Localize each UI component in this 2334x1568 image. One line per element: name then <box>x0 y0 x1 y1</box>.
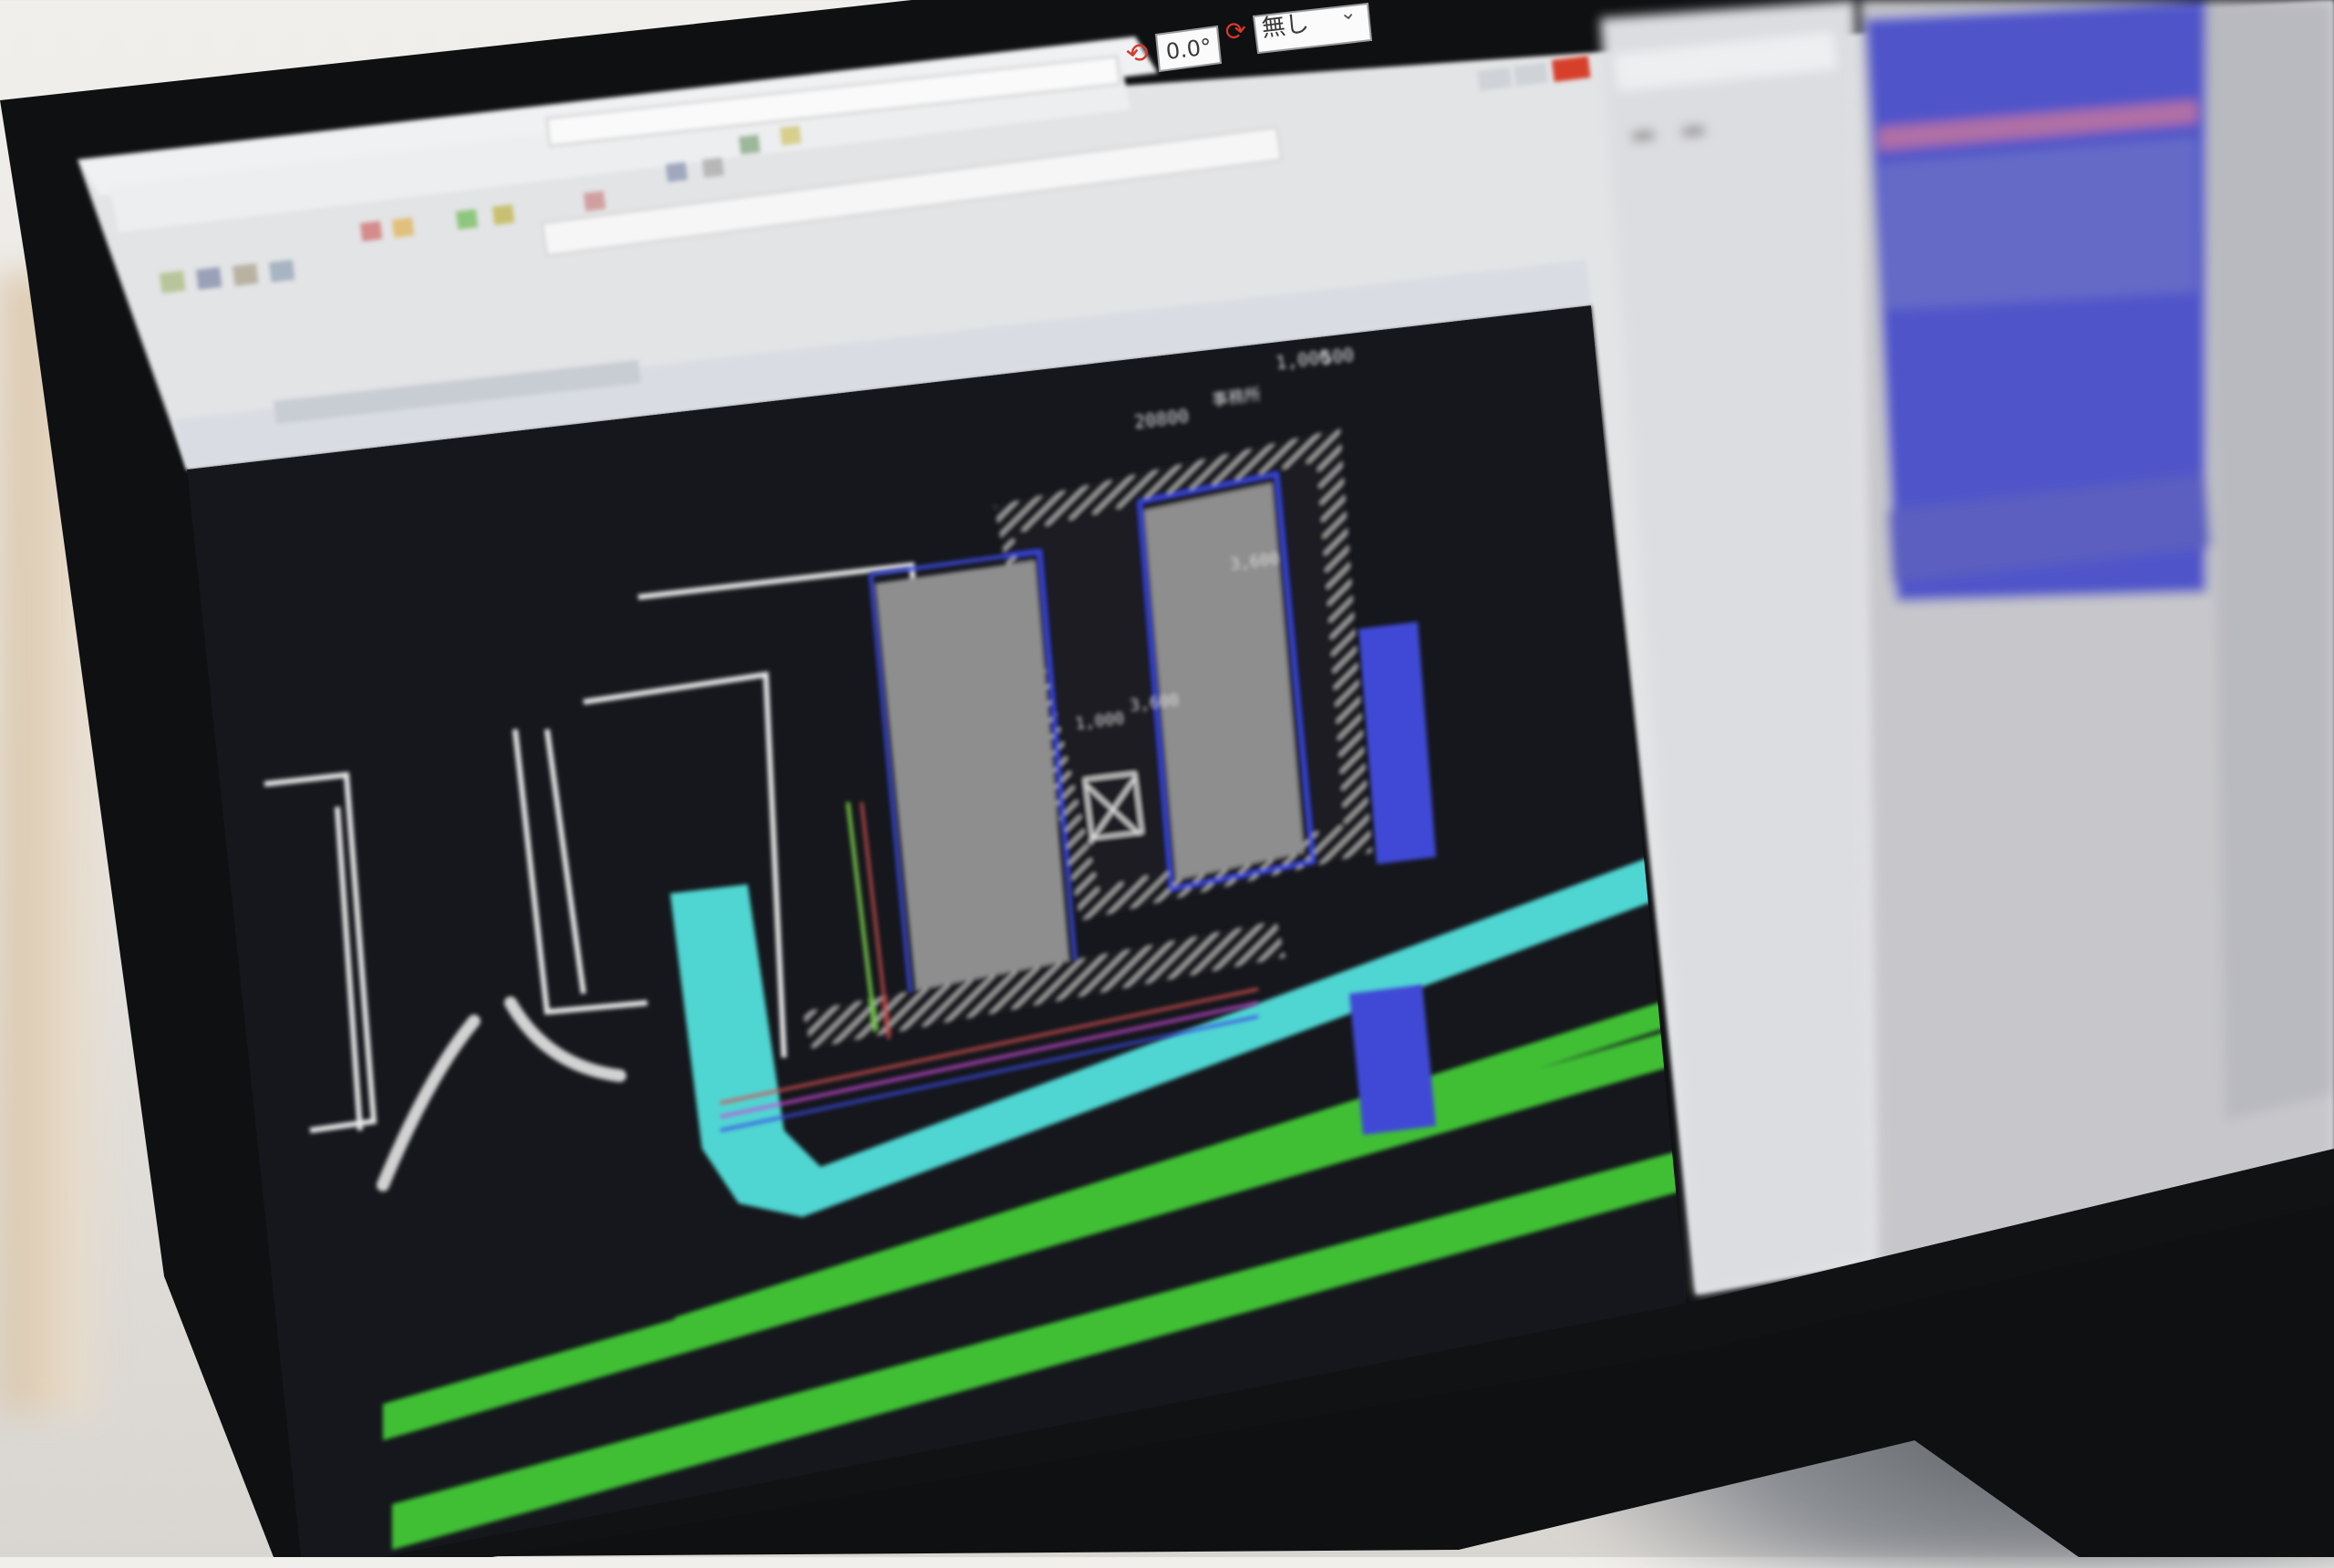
panel-label <box>1682 125 1705 137</box>
tool-button-5[interactable] <box>360 221 383 242</box>
panel-label <box>1632 129 1655 141</box>
dropdown-icon[interactable]: ⌄ <box>1338 1 1358 26</box>
tool-button-7[interactable] <box>456 209 479 230</box>
rotate-icon[interactable]: ⟲ <box>1124 36 1151 71</box>
maximize-icon[interactable] <box>1513 62 1549 87</box>
tool-button-12[interactable] <box>738 134 761 155</box>
monitor-screen: ⟲ 0.0° ⟳ 無し ⌄ 1,000 500 3,600 1,000 2080… <box>0 0 2334 1557</box>
layer-select-value: 無し <box>1260 10 1310 43</box>
dimension-label: 500 <box>1320 344 1356 369</box>
tool-button-3[interactable] <box>232 263 259 286</box>
tool-button-6[interactable] <box>391 217 415 238</box>
secondary-window <box>1860 0 2334 1267</box>
tool-button-1[interactable] <box>160 270 186 294</box>
tool-button-2[interactable] <box>195 266 222 290</box>
minimize-icon[interactable] <box>1477 67 1513 91</box>
layer-icon: ⟳ <box>1224 15 1248 47</box>
tool-button-8[interactable] <box>492 204 515 225</box>
tool-button-13[interactable] <box>780 125 802 146</box>
tool-button-11[interactable] <box>702 157 725 178</box>
tool-button-4[interactable] <box>269 259 295 283</box>
close-icon[interactable] <box>1551 56 1591 82</box>
tool-button-10[interactable] <box>666 161 688 182</box>
tool-button-9[interactable] <box>584 191 606 211</box>
